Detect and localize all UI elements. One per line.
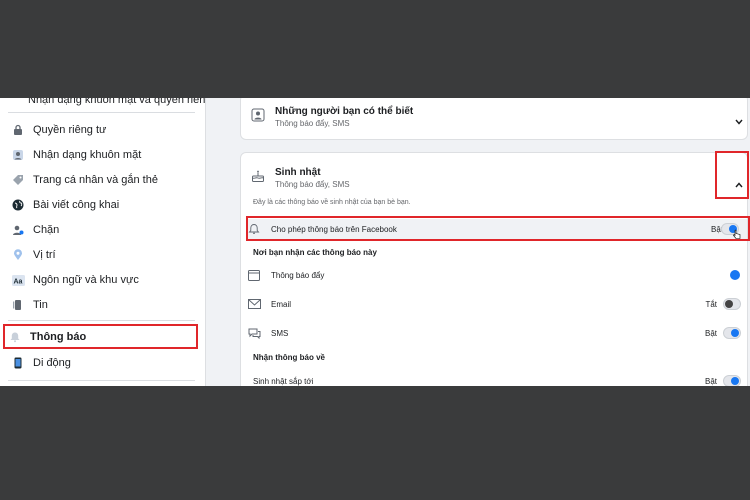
sidebar-item-label: Di động — [33, 357, 71, 369]
birthday-cake-icon — [251, 169, 265, 188]
sidebar-item-privacy[interactable]: Quyền riêng tư — [8, 118, 196, 142]
channel-row-sms[interactable]: SMS Bật — [247, 323, 741, 343]
sidebar-item-face-recognition[interactable]: Nhận dạng khuôn mặt — [8, 143, 196, 167]
sidebar-item-label: Ngôn ngữ và khu vực — [33, 274, 139, 286]
sidebar-divider — [8, 112, 195, 113]
status-label: Bật — [704, 376, 717, 386]
email-icon — [247, 297, 261, 311]
svg-text:Aa: Aa — [13, 278, 22, 285]
sidebar-item-label: Tin — [33, 299, 48, 311]
sidebar-item-location[interactable]: Vị trí — [8, 243, 196, 267]
settings-screen: Nhận dạng khuôn mặt và quyền riêng tư Qu… — [0, 98, 750, 386]
block-user-icon — [11, 223, 25, 237]
sidebar-item-notifications[interactable]: Thông báo — [3, 324, 198, 349]
card-title: Sinh nhật — [275, 167, 321, 178]
sidebar-item-mobile[interactable]: Di động — [8, 351, 196, 375]
email-toggle[interactable] — [723, 298, 741, 310]
cursor-hand-icon — [733, 229, 741, 241]
notifications-settings-panel: Những người bạn có thể biết Thông báo đẩ… — [206, 98, 750, 386]
channel-row-email[interactable]: Email Tắt — [247, 294, 741, 314]
status-label: Tắt — [705, 299, 717, 309]
settings-sidebar: Nhận dạng khuôn mặt và quyền riêng tư Qu… — [0, 98, 206, 386]
sidebar-item-label: Bài viết công khai — [33, 199, 120, 211]
birthday-card: Sinh nhật Thông báo đẩy, SMS Đây là các … — [240, 152, 748, 386]
channel-label: Thông báo đẩy — [271, 270, 325, 280]
upcoming-birthdays-toggle[interactable] — [723, 375, 741, 386]
location-pin-icon — [11, 248, 25, 262]
chevron-up-icon[interactable] — [735, 175, 743, 188]
bell-icon — [8, 330, 22, 344]
channel-row-push[interactable]: Thông báo đẩy — [247, 265, 741, 285]
sidebar-item-label: Chặn — [33, 224, 60, 236]
birthday-description: Đây là các thông báo về sinh nhật của bạ… — [253, 199, 411, 206]
sidebar-item-profile-tagging[interactable]: Trang cá nhân và gắn thẻ — [8, 168, 196, 192]
card-subtitle: Thông báo đẩy, SMS — [275, 180, 350, 189]
sidebar-item-label: Thông báo — [30, 330, 87, 343]
bell-icon — [247, 222, 261, 236]
topic-label: Sinh nhật sắp tới — [253, 376, 314, 386]
push-notification-icon — [247, 268, 261, 282]
allow-notifications-label: Cho phép thông báo trên Facebook — [271, 224, 397, 234]
sms-icon — [247, 326, 261, 340]
channel-label: Email — [271, 299, 292, 309]
status-label: Bật — [704, 328, 717, 338]
sidebar-item-stories[interactable]: Tin — [8, 293, 196, 317]
mobile-icon — [11, 356, 25, 370]
people-you-may-know-card[interactable]: Những người bạn có thể biết Thông báo đẩ… — [240, 98, 748, 140]
tag-icon — [11, 173, 25, 187]
card-title: Những người bạn có thể biết — [275, 106, 414, 117]
people-you-may-know-icon — [251, 108, 265, 127]
card-subtitle: Thông báo đẩy, SMS — [275, 119, 350, 128]
sidebar-item-cut-off[interactable]: Nhận dạng khuôn mặt và quyền riêng tư — [28, 98, 205, 106]
push-toggle[interactable] — [723, 269, 741, 281]
where-heading: Nơi bạn nhận các thông báo này — [253, 248, 377, 257]
globe-icon — [11, 198, 25, 212]
sidebar-item-label: Trang cá nhân và gắn thẻ — [33, 174, 158, 186]
face-recognition-icon — [11, 148, 25, 162]
channel-label: SMS — [271, 328, 289, 338]
sidebar-item-language-region[interactable]: Aa Ngôn ngữ và khu vực — [8, 268, 196, 292]
sidebar-item-label: Vị trí — [33, 249, 56, 261]
sidebar-divider — [8, 320, 195, 321]
language-icon: Aa — [11, 273, 25, 287]
sidebar-item-label: Nhận dạng khuôn mặt — [33, 149, 142, 161]
sidebar-divider — [8, 380, 195, 381]
sidebar-item-label: Quyền riêng tư — [33, 124, 107, 136]
topic-row-upcoming-birthdays[interactable]: Sinh nhật sắp tới Bật — [247, 371, 741, 386]
sidebar-item-public-posts[interactable]: Bài viết công khai — [8, 193, 196, 217]
sidebar-item-blocking[interactable]: Chặn — [8, 218, 196, 242]
allow-notifications-row[interactable]: Cho phép thông báo trên Facebook Bật — [247, 219, 747, 239]
sms-toggle[interactable] — [723, 327, 741, 339]
chevron-down-icon[interactable] — [735, 112, 743, 125]
lock-icon — [11, 123, 25, 137]
stories-icon — [11, 298, 25, 312]
receive-heading: Nhận thông báo về — [253, 353, 325, 362]
